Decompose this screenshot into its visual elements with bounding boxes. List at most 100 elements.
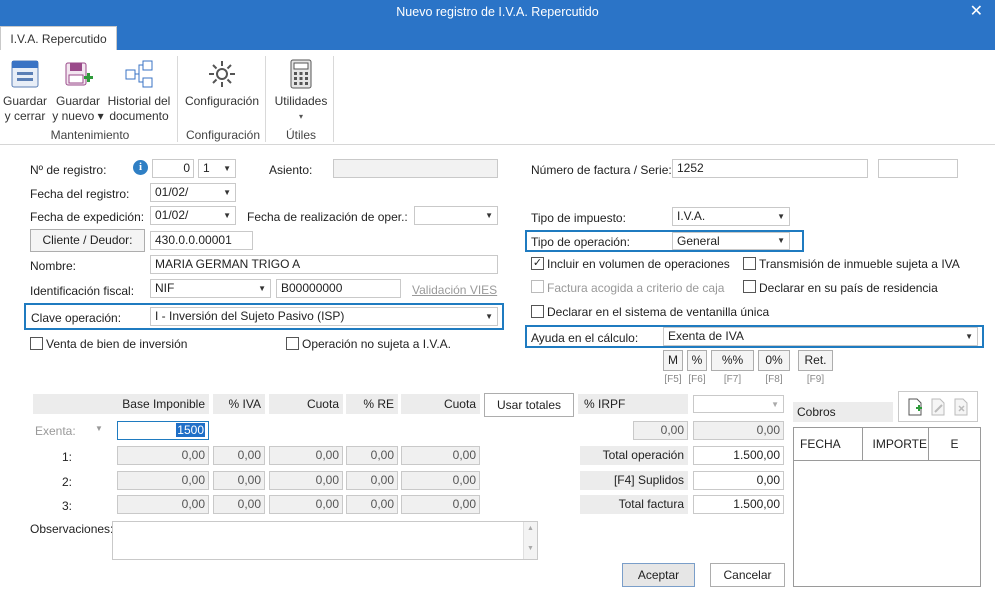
aceptar-button[interactable]: Aceptar (622, 563, 695, 587)
info-icon[interactable]: i (133, 160, 148, 175)
historial-documento-button[interactable]: Historial del documento (106, 58, 172, 124)
asiento-label: Asiento: (269, 163, 313, 177)
chevron-down-icon: ▼ (223, 188, 231, 197)
save-new-icon (65, 62, 93, 86)
nombre-label: Nombre: (30, 259, 77, 273)
num-registro-serie-select[interactable]: 1 ▼ (198, 159, 236, 178)
irpf-select[interactable]: ▼ (693, 395, 784, 413)
factura-caja-checkbox (531, 280, 544, 293)
row-3-cuota-iva: 0,00 (269, 495, 343, 514)
fecha-expedicion-label: Fecha de expedición: (30, 210, 145, 224)
close-icon[interactable]: ✕ (970, 1, 983, 21)
cliente-input[interactable]: 430.0.0.00001 (150, 231, 253, 250)
calc-zero-button[interactable]: 0% (758, 350, 790, 371)
clave-operacion-label: Clave operación: (31, 311, 122, 325)
row-2-cuota-re: 0,00 (401, 471, 480, 490)
cancelar-button[interactable]: Cancelar (710, 563, 785, 587)
id-fiscal-input[interactable]: B00000000 (276, 279, 401, 298)
exenta-dropdown-icon[interactable]: ▼ (95, 424, 103, 433)
incluir-volumen-label: Incluir en volumen de operaciones (547, 257, 730, 271)
row-2-base: 0,00 (117, 471, 209, 490)
suplidos-label: [F4] Suplidos (580, 471, 688, 490)
ayuda-calculo-select[interactable]: Exenta de IVA ▼ (663, 327, 978, 346)
ventanilla-checkbox[interactable] (531, 305, 544, 318)
configuracion-button[interactable]: Configuración (183, 58, 261, 109)
tab-iva-repercutido[interactable]: I.V.A. Repercutido (0, 26, 117, 51)
id-fiscal-type-select[interactable]: NIF ▼ (150, 279, 271, 298)
declarar-pais-checkbox[interactable] (743, 280, 756, 293)
calc-percent-key: [F6] (688, 374, 706, 385)
irpf-pct-field: 0,00 (633, 421, 688, 440)
operacion-no-sujeta-label: Operación no sujeta a I.V.A. (302, 337, 451, 351)
header-pct-re: % RE (346, 394, 398, 414)
calc-ret-key: [F9] (806, 374, 825, 385)
chevron-down-icon: ▼ (777, 236, 785, 245)
cobros-col-importe[interactable]: IMPORTE (863, 428, 929, 461)
guardar-nuevo-button[interactable]: Guardar y nuevo ▾ (52, 58, 104, 124)
transmision-checkbox[interactable] (743, 257, 756, 270)
fecha-expedicion-value: 01/02/ (155, 208, 189, 222)
num-registro-input[interactable]: 0 (152, 159, 194, 178)
num-registro-label: Nº de registro: (30, 163, 107, 177)
validacion-vies-link[interactable]: Validación VIES (412, 283, 497, 297)
operacion-no-sujeta-checkbox[interactable] (286, 337, 299, 350)
tipo-operacion-select[interactable]: General ▼ (672, 232, 790, 250)
nombre-input[interactable]: MARIA GERMAN TRIGO A (150, 255, 498, 274)
exenta-base-input[interactable]: 1500 (117, 421, 209, 440)
tipo-operacion-label: Tipo de operación: (531, 235, 630, 249)
venta-bien-checkbox[interactable] (30, 337, 43, 350)
row-1-cuota-iva: 0,00 (269, 446, 343, 465)
id-fiscal-type-value: NIF (155, 281, 175, 295)
row-1-base: 0,00 (117, 446, 209, 465)
guardar-cerrar-button[interactable]: Guardar y cerrar (3, 58, 47, 124)
transmision-label: Transmisión de inmueble sujeta a IVA (759, 257, 960, 271)
chevron-down-icon: ▼ (485, 211, 493, 220)
guardar-nuevo-label-1: Guardar (55, 94, 101, 108)
ayuda-calculo-value: Exenta de IVA (668, 329, 744, 343)
calc-percent-button[interactable]: % (687, 350, 707, 371)
scroll-down-icon[interactable]: ▼ (524, 545, 537, 552)
header-pct-iva: % IVA (213, 394, 265, 414)
irpf-amount-field: 0,00 (693, 421, 784, 440)
cliente-deudor-button[interactable]: Cliente / Deudor: (30, 229, 145, 252)
row-2-cuota-iva: 0,00 (269, 471, 343, 490)
total-operacion-label: Total operación (580, 446, 688, 465)
gear-icon (209, 61, 235, 87)
scroll-up-icon[interactable]: ▲ (524, 525, 537, 532)
header-cuota-iva: Cuota (269, 394, 343, 414)
tipo-impuesto-select[interactable]: I.V.A. ▼ (672, 207, 790, 226)
calc-ret-button[interactable]: Ret. (798, 350, 833, 371)
serie-input[interactable] (878, 159, 958, 178)
cobros-col-e[interactable]: E (929, 428, 980, 461)
ventanilla-label: Declarar en el sistema de ventanilla úni… (547, 305, 770, 319)
cobros-col-fecha[interactable]: FECHA (794, 428, 863, 461)
fecha-expedicion-field[interactable]: 01/02/ ▼ (150, 206, 236, 225)
exenta-base-value: 1500 (176, 423, 205, 437)
utilidades-dropdown-icon: ▾ (298, 112, 303, 121)
ribbon-separator (265, 56, 266, 142)
header-cuota-re: Cuota (401, 394, 480, 414)
declarar-pais-label: Declarar en su país de residencia (759, 281, 938, 295)
observaciones-textarea[interactable]: ▲ ▼ (112, 521, 538, 560)
suplidos-input[interactable]: 0,00 (693, 471, 784, 490)
calc-percent-percent-button[interactable]: %% (711, 350, 754, 371)
row-1-cuota-re: 0,00 (401, 446, 480, 465)
clave-operacion-select[interactable]: I - Inversión del Sujeto Pasivo (ISP) ▼ (150, 307, 498, 326)
num-factura-input[interactable]: 1252 (672, 159, 868, 178)
calc-m-button[interactable]: M (663, 350, 683, 371)
chevron-down-icon: ▼ (223, 211, 231, 220)
utilidades-button[interactable]: Utilidades ▾ (272, 58, 330, 124)
row-1-label: 1: (62, 450, 73, 464)
fecha-realizacion-field[interactable]: ▼ (414, 206, 498, 225)
new-document-icon[interactable] (907, 398, 923, 416)
fecha-registro-field[interactable]: 01/02/ ▼ (150, 183, 236, 202)
usar-totales-button[interactable]: Usar totales (484, 393, 574, 417)
cobros-grid[interactable]: FECHA IMPORTE E (793, 427, 981, 587)
calc-zero-key: [F8] (765, 374, 783, 385)
fecha-realizacion-label: Fecha de realización de oper.: (247, 210, 408, 224)
observaciones-scrollbar[interactable]: ▲ ▼ (523, 522, 537, 559)
incluir-volumen-checkbox[interactable]: ✓ (531, 257, 544, 270)
row-3-pct-re: 0,00 (346, 495, 398, 514)
exenta-label: Exenta: (35, 424, 76, 438)
fecha-registro-value: 01/02/ (155, 185, 189, 199)
